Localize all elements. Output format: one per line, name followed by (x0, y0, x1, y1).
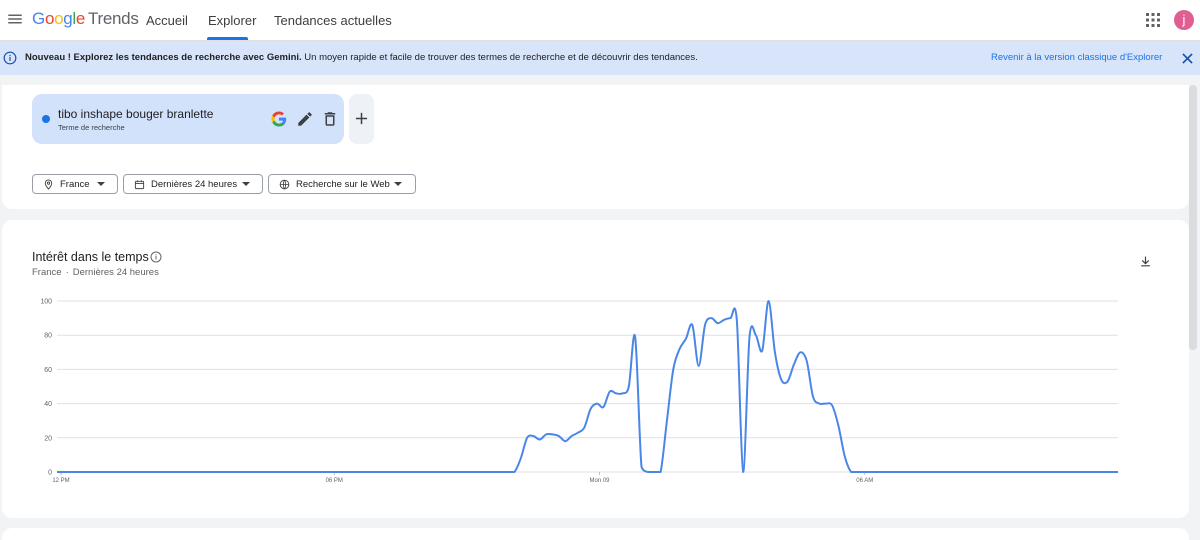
chevron-down-icon (97, 182, 105, 186)
chevron-down-icon (394, 182, 402, 186)
search-type-filter-label: Recherche sur le Web (296, 179, 390, 190)
close-icon[interactable] (1182, 53, 1193, 64)
y-tick-label: 40 (44, 401, 52, 408)
region-filter-label: France (60, 179, 90, 190)
logo-letter: o (54, 9, 64, 28)
location-pin-icon (44, 179, 53, 190)
chart-x-axis: 12 PM 06 PM Mon 09 06 AM (52, 472, 873, 484)
info-icon (3, 51, 17, 65)
google-trends-logo[interactable]: Google Trends (32, 9, 139, 29)
nav-tab-tendances-actuelles[interactable]: Tendances actuelles (274, 13, 392, 28)
banner-body-text: Un moyen rapide et facile de trouver des… (301, 52, 698, 63)
add-search-term-button[interactable] (349, 94, 374, 144)
google-search-icon[interactable] (270, 110, 288, 128)
banner-bold-text: Nouveau ! Explorez les tendances de rech… (25, 52, 302, 63)
hamburger-menu-icon[interactable] (6, 10, 24, 28)
x-tick-label: Mon 09 (589, 478, 610, 484)
secondary-card (2, 528, 1189, 540)
logo-letter: G (32, 9, 45, 28)
interest-line-chart: 0 20 40 60 80 100 12 PM 06 PM Mon 09 06 AM (40, 299, 1119, 484)
account-avatar[interactable]: j (1174, 10, 1194, 30)
region-filter-dropdown[interactable]: France (32, 174, 118, 194)
logo-trends-text: Trends (88, 9, 139, 28)
google-apps-icon[interactable] (1146, 13, 1160, 27)
chart-y-axis: 0 20 40 60 80 100 (40, 299, 52, 477)
term-color-dot (42, 115, 50, 123)
globe-icon (279, 179, 290, 190)
calendar-icon (134, 180, 145, 190)
period-filter-label: Dernières 24 heures (151, 179, 238, 190)
x-tick-label: 06 PM (326, 478, 343, 484)
chart-series (57, 299, 1119, 473)
search-type-filter-dropdown[interactable]: Recherche sur le Web (268, 174, 416, 194)
chart-subtitle-separator: · (65, 267, 69, 278)
chart-subtitle-period: Dernières 24 heures (72, 267, 159, 278)
chart-subtitle: France · Dernières 24 heures (32, 267, 159, 278)
logo-letter: o (44, 9, 55, 28)
y-tick-label: 20 (44, 435, 52, 442)
y-tick-label: 60 (44, 367, 52, 374)
series-line[interactable] (57, 299, 1119, 473)
top-app-bar: Google Trends Accueil Explorer Tendances … (0, 0, 1200, 41)
chart-subtitle-region: France (32, 267, 62, 278)
delete-trash-icon[interactable] (321, 110, 339, 128)
download-icon[interactable] (1139, 255, 1152, 268)
page-scrollbar[interactable] (1189, 85, 1197, 350)
classic-explore-link[interactable]: Revenir à la version classique d'Explore… (991, 52, 1162, 63)
banner-message: Nouveau ! Explorez les tendances de rech… (25, 52, 698, 63)
chart-gridlines (57, 300, 1118, 473)
y-tick-label: 80 (44, 333, 52, 340)
edit-pencil-icon[interactable] (296, 110, 314, 128)
nav-tab-accueil[interactable]: Accueil (146, 13, 188, 28)
search-term-type: Terme de recherche (58, 123, 125, 132)
period-filter-dropdown[interactable]: Dernières 24 heures (123, 174, 263, 194)
y-tick-label: 0 (48, 470, 52, 477)
nav-tab-explorer[interactable]: Explorer (208, 13, 256, 28)
logo-google-text: Google (32, 9, 85, 28)
search-term-name: tibo inshape bouger branlette (58, 107, 214, 121)
help-info-icon[interactable] (150, 251, 162, 263)
plus-icon (355, 112, 368, 125)
x-tick-label: 06 AM (856, 478, 873, 484)
active-tab-indicator (207, 37, 248, 40)
y-tick-label: 100 (40, 299, 52, 306)
gemini-announcement-banner: Nouveau ! Explorez les tendances de rech… (0, 41, 1200, 75)
chart-title: Intérêt dans le temps (32, 250, 149, 264)
logo-letter: e (75, 9, 86, 28)
chevron-down-icon (242, 182, 250, 186)
x-tick-label: 12 PM (52, 478, 69, 484)
search-term-chip[interactable]: tibo inshape bouger branlette Terme de r… (32, 94, 344, 144)
